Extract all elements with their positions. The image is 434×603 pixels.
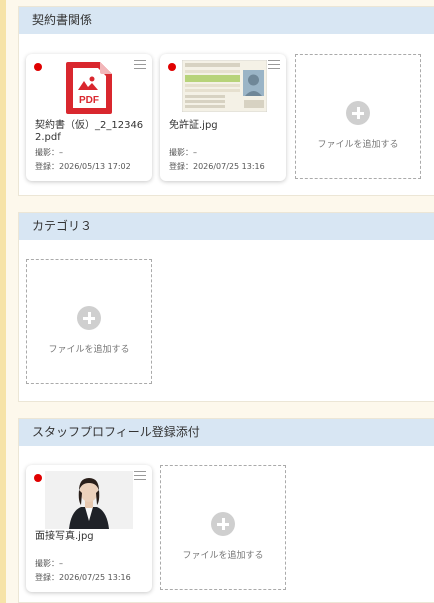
section-staff-profile: スタッフプロフィール登録添付 面接写真.jpg 撮影：– 登録：2026/07/… [18, 418, 434, 603]
status-dot [34, 63, 42, 71]
add-file-label: ファイルを追加する [182, 551, 264, 561]
add-file-label: ファイルを追加する [317, 140, 399, 150]
status-dot [34, 474, 42, 482]
file-menu-icon[interactable] [134, 471, 146, 481]
status-dot [168, 63, 176, 71]
plus-icon [77, 306, 101, 330]
file-card-license[interactable]: 免許証.jpg 撮影：– 登録：2026/07/25 13:16 [160, 54, 286, 181]
file-name: 契約書（仮）_2_123462.pdf [35, 120, 144, 143]
section-title: 契約書関係 [19, 7, 434, 34]
file-registered-date: 登録：2026/07/25 13:16 [35, 573, 131, 582]
add-file-button[interactable]: ファイルを追加する [160, 465, 286, 590]
pdf-badge-text: PDF [79, 95, 99, 106]
plus-icon [346, 101, 370, 125]
file-registered-date: 登録：2026/07/25 13:16 [169, 162, 265, 171]
file-menu-icon[interactable] [268, 60, 280, 70]
section-contracts: 契約書関係 PDF 契約書（仮）_2_123462.pdf 撮影：– 登録：20… [18, 6, 434, 196]
left-accent-rail [0, 0, 6, 603]
file-photo-date: 撮影：– [35, 148, 63, 157]
file-name: 面接写真.jpg [35, 531, 94, 542]
file-menu-icon[interactable] [134, 60, 146, 70]
section-category-3: カテゴリ３ ファイルを追加する [18, 212, 434, 402]
plus-icon [211, 512, 235, 536]
license-image-thumbnail [181, 59, 268, 113]
pdf-file-icon: PDF [64, 60, 114, 116]
file-photo-date: 撮影：– [35, 559, 63, 568]
add-file-button[interactable]: ファイルを追加する [295, 54, 421, 179]
file-name: 免許証.jpg [169, 120, 218, 131]
section-title: カテゴリ３ [19, 213, 434, 240]
file-card-pdf[interactable]: PDF 契約書（仮）_2_123462.pdf 撮影：– 登録：2026/05/… [26, 54, 152, 181]
add-file-button[interactable]: ファイルを追加する [26, 259, 152, 384]
file-registered-date: 登録：2026/05/13 17:02 [35, 162, 131, 171]
portrait-image-thumbnail [45, 471, 133, 529]
file-photo-date: 撮影：– [169, 148, 197, 157]
section-title: スタッフプロフィール登録添付 [19, 419, 434, 446]
add-file-label: ファイルを追加する [48, 345, 130, 355]
file-card-portrait[interactable]: 面接写真.jpg 撮影：– 登録：2026/07/25 13:16 [26, 465, 152, 592]
